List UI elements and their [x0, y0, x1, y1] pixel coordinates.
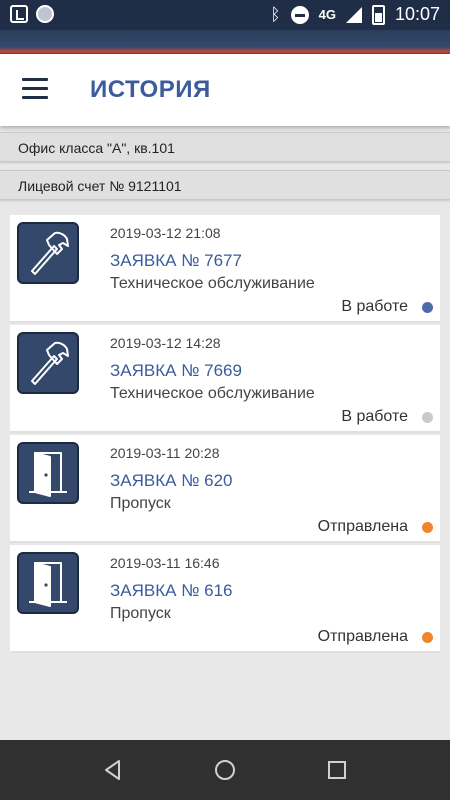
- request-item[interactable]: 2019-03-11 20:28 ЗАЯВКА № 620 Пропуск От…: [10, 435, 440, 543]
- request-date: 2019-03-11 16:46: [110, 555, 220, 571]
- do-not-disturb-icon: [290, 5, 309, 24]
- signal-icon: [345, 6, 362, 23]
- notification-app-icon: [10, 5, 28, 23]
- request-number: ЗАЯВКА № 7669: [110, 361, 242, 380]
- navigation-bar: [0, 740, 450, 800]
- back-icon[interactable]: [101, 758, 125, 782]
- account-info[interactable]: Лицевой счет № 9121101: [0, 170, 450, 200]
- request-date: 2019-03-12 14:28: [110, 335, 221, 351]
- battery-icon: [371, 4, 385, 25]
- request-type: Пропуск: [110, 605, 171, 622]
- request-status: Отправлена: [317, 628, 408, 645]
- request-item[interactable]: 2019-03-11 16:46 ЗАЯВКА № 616 Пропуск От…: [10, 545, 440, 653]
- status-bar: ᛒ 4G 10:07: [0, 0, 450, 30]
- home-icon[interactable]: [213, 758, 237, 782]
- recent-apps-icon[interactable]: [325, 758, 349, 782]
- request-type: Техническое обслуживание: [110, 275, 315, 292]
- status-dot: [422, 522, 433, 533]
- request-status: В работе: [341, 298, 408, 315]
- header-accent-strip: [0, 30, 450, 54]
- door-icon: [17, 442, 79, 504]
- network-type: 4G: [318, 7, 336, 22]
- office-info[interactable]: Офис класса "А", кв.101: [0, 132, 450, 162]
- notification-dot-icon: [36, 5, 54, 23]
- request-status: В работе: [341, 408, 408, 425]
- request-item[interactable]: 2019-03-12 14:28 ЗАЯВКА № 7669 Техническ…: [10, 325, 440, 433]
- status-dot: [422, 632, 433, 643]
- door-icon: [17, 552, 79, 614]
- request-type: Техническое обслуживание: [110, 385, 315, 402]
- request-type: Пропуск: [110, 495, 171, 512]
- status-dot: [422, 302, 433, 313]
- request-item[interactable]: 2019-03-12 21:08 ЗАЯВКА № 7677 Техническ…: [10, 215, 440, 323]
- requests-list: 2019-03-12 21:08 ЗАЯВКА № 7677 Техническ…: [10, 215, 440, 653]
- page-title: ИСТОРИЯ: [90, 76, 211, 103]
- app-bar: ИСТОРИЯ: [0, 54, 450, 126]
- status-dot: [422, 412, 433, 423]
- clock: 10:07: [394, 4, 440, 24]
- bluetooth-icon: ᛒ: [270, 4, 281, 24]
- request-date: 2019-03-11 20:28: [110, 445, 220, 461]
- request-date: 2019-03-12 21:08: [110, 225, 221, 241]
- request-status: Отправлена: [317, 518, 408, 535]
- request-number: ЗАЯВКА № 7677: [110, 251, 242, 270]
- request-number: ЗАЯВКА № 620: [110, 471, 233, 490]
- hammer-icon: [17, 332, 79, 394]
- hammer-icon: [17, 222, 79, 284]
- menu-icon[interactable]: [22, 78, 48, 100]
- request-number: ЗАЯВКА № 616: [110, 581, 233, 600]
